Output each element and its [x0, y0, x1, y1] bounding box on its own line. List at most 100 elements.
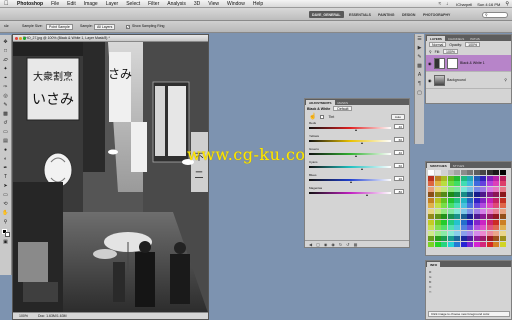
color-swatch[interactable] — [454, 214, 460, 219]
menu-photoshop[interactable]: Photoshop — [13, 1, 47, 7]
gradient-tool-icon[interactable]: ▤ — [2, 137, 10, 145]
history-panel-icon[interactable]: ☰ — [417, 36, 421, 42]
color-swatch[interactable] — [434, 186, 441, 192]
color-swatch[interactable] — [467, 170, 473, 175]
actions-panel-icon[interactable]: ▶ — [418, 45, 422, 51]
slider-track[interactable] — [309, 140, 391, 142]
slider-track[interactable] — [309, 192, 391, 194]
quick-mask-icon[interactable]: ▣ — [2, 238, 10, 246]
shape-tool-icon[interactable]: ▭ — [2, 191, 10, 199]
color-swatch[interactable] — [441, 186, 447, 192]
color-swatch[interactable] — [434, 214, 441, 219]
menu-select[interactable]: Select — [122, 1, 144, 7]
color-swatch[interactable] — [454, 181, 460, 186]
color-swatch[interactable] — [454, 197, 460, 203]
crop-tool-icon[interactable]: ⌖ — [2, 74, 10, 82]
color-swatch[interactable] — [486, 236, 493, 241]
menu-layer[interactable]: Layer — [102, 1, 123, 7]
color-swatches[interactable] — [1, 229, 10, 237]
color-swatch[interactable] — [486, 214, 493, 219]
color-swatch[interactable] — [467, 214, 473, 219]
color-swatch[interactable] — [473, 192, 480, 197]
color-swatch[interactable] — [434, 197, 441, 203]
color-swatch[interactable] — [447, 208, 454, 214]
spotlight-icon[interactable]: ⚲ — [505, 1, 509, 7]
color-swatch[interactable] — [454, 225, 460, 230]
color-swatch[interactable] — [467, 186, 473, 192]
color-swatch[interactable] — [499, 214, 506, 219]
slider-value-field[interactable]: 60 — [394, 163, 404, 168]
color-swatch[interactable] — [447, 219, 454, 225]
image-canvas[interactable]: 大衆割烹 いさみ さみ 不 二 — [13, 42, 208, 313]
lasso-tool-icon[interactable]: ⤽ — [2, 56, 10, 64]
color-swatch[interactable] — [441, 225, 447, 230]
opacity-field[interactable]: 100% — [465, 42, 481, 47]
color-swatch[interactable] — [428, 175, 434, 181]
color-swatch[interactable] — [454, 203, 460, 208]
quick-select-tool-icon[interactable]: ✦ — [2, 65, 10, 73]
color-swatch[interactable] — [428, 203, 434, 208]
color-swatch[interactable] — [493, 197, 499, 203]
color-swatch[interactable] — [480, 170, 486, 175]
auto-button[interactable]: Auto — [390, 113, 405, 120]
slider-thumb[interactable] — [355, 129, 358, 131]
color-swatch[interactable] — [428, 181, 434, 186]
color-swatch[interactable] — [447, 225, 454, 230]
color-swatch[interactable] — [454, 241, 460, 247]
workspace-photography[interactable]: PHOTOGRAPHY — [423, 11, 450, 18]
color-swatch[interactable] — [499, 203, 506, 208]
layer-mask-thumbnail[interactable] — [447, 57, 458, 69]
color-swatch[interactable] — [467, 230, 473, 236]
tab-styles[interactable]: STYLES — [450, 163, 468, 168]
close-window-icon[interactable] — [15, 36, 18, 40]
brush-tool-icon[interactable]: ✎ — [2, 101, 10, 109]
slider-thumb[interactable] — [365, 194, 368, 196]
tab-adjustments[interactable]: ADJUSTMENTS — [306, 100, 335, 105]
color-swatch[interactable] — [434, 225, 441, 230]
search-input[interactable]: ⚲ — [482, 12, 508, 18]
visibility-eye-icon[interactable]: ◉ — [428, 78, 432, 83]
color-swatch[interactable] — [447, 175, 454, 181]
color-swatch[interactable] — [473, 170, 480, 175]
color-swatch[interactable] — [454, 170, 460, 175]
color-swatch[interactable] — [441, 175, 447, 181]
color-swatch[interactable] — [434, 175, 441, 181]
menu-file[interactable]: File — [47, 1, 63, 7]
color-swatch[interactable] — [486, 192, 493, 197]
color-swatch[interactable] — [480, 214, 486, 219]
color-swatch[interactable] — [486, 241, 493, 247]
color-swatch[interactable] — [447, 197, 454, 203]
color-swatch[interactable] — [480, 181, 486, 186]
expand-view-icon[interactable]: ▢ — [316, 242, 320, 247]
type-tool-icon[interactable]: T — [2, 173, 10, 181]
color-swatch[interactable] — [499, 186, 506, 192]
color-swatch[interactable] — [499, 230, 506, 236]
color-swatch[interactable] — [428, 230, 434, 236]
color-swatch[interactable] — [434, 192, 441, 197]
color-swatch[interactable] — [428, 225, 434, 230]
menu-help[interactable]: Help — [249, 1, 267, 7]
color-swatch[interactable] — [486, 186, 493, 192]
sample-size-select[interactable]: Point Sample — [46, 24, 73, 30]
color-swatch[interactable] — [447, 236, 454, 241]
color-swatch[interactable] — [499, 208, 506, 214]
color-swatch[interactable] — [441, 214, 447, 219]
color-swatch[interactable] — [480, 186, 486, 192]
color-swatch[interactable] — [460, 197, 467, 203]
color-swatch[interactable] — [441, 170, 447, 175]
color-swatch[interactable] — [460, 241, 467, 247]
history-brush-tool-icon[interactable]: ↺ — [2, 119, 10, 127]
color-swatch[interactable] — [441, 230, 447, 236]
workspace-essentials[interactable]: ESSENTIALS — [349, 11, 371, 18]
color-swatch[interactable] — [499, 225, 506, 230]
color-swatch[interactable] — [473, 241, 480, 247]
color-swatch[interactable] — [441, 219, 447, 225]
color-swatch[interactable] — [460, 214, 467, 219]
slider-thumb[interactable] — [360, 142, 363, 144]
color-swatch[interactable] — [493, 219, 499, 225]
color-swatch[interactable] — [486, 197, 493, 203]
color-swatch[interactable] — [447, 186, 454, 192]
menu-3d[interactable]: 3D — [190, 1, 204, 7]
color-swatch[interactable] — [493, 225, 499, 230]
layer-item[interactable]: ◉ Black & White 1 — [426, 55, 511, 72]
